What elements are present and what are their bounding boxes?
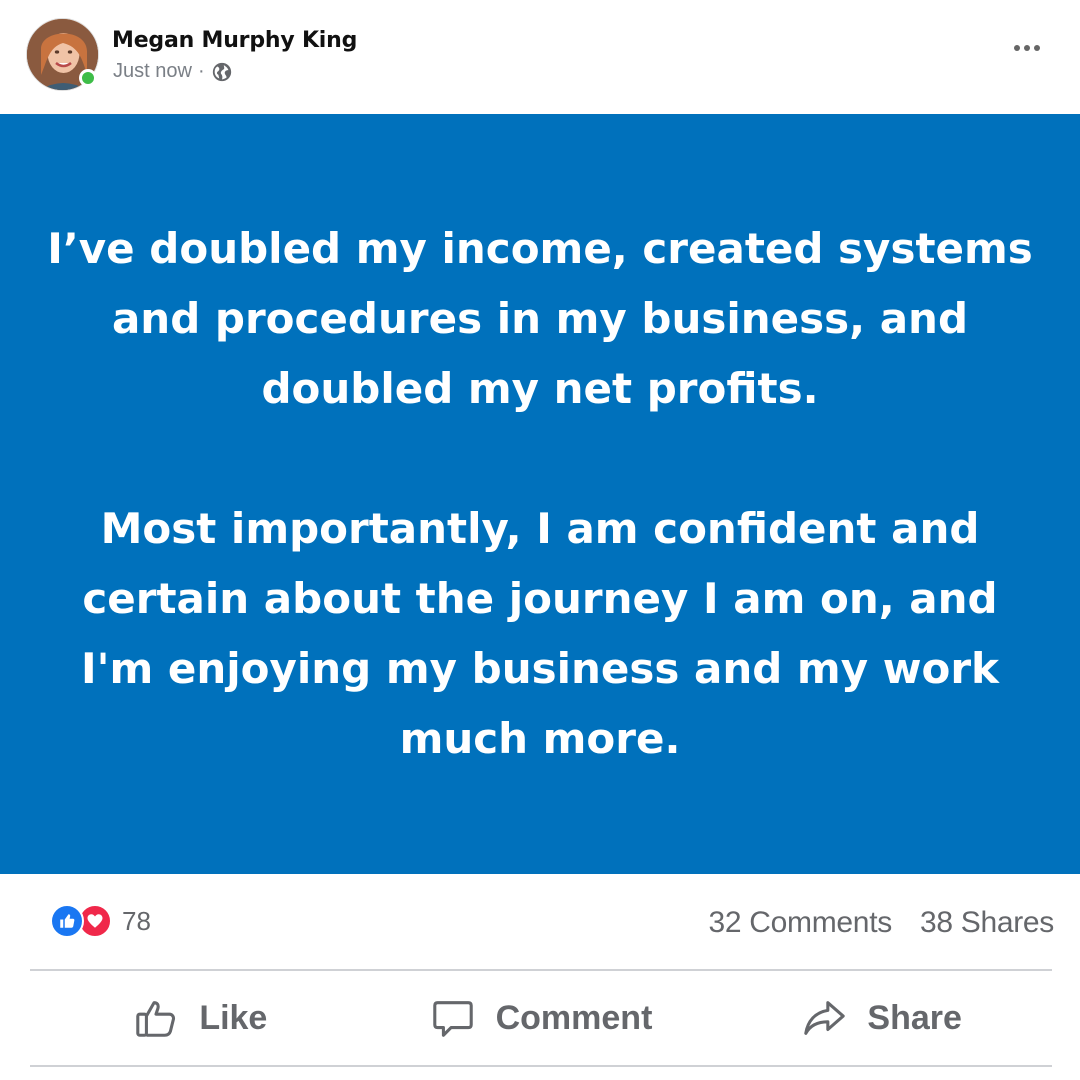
divider [30,969,1052,971]
comment-button[interactable]: Comment [371,972,712,1064]
post-paragraph: Most importantly, I am confident and cer… [81,504,999,763]
engagement-counts: 32 Comments 38 Shares [708,906,1054,940]
like-reaction-icon [50,904,84,938]
post-text: I’ve doubled my income, created systems … [40,214,1040,774]
author-name[interactable]: Megan Murphy King [112,28,357,53]
post-paragraph: I’ve doubled my income, created systems … [47,224,1033,413]
divider [30,1065,1052,1067]
reactions-summary[interactable]: 78 [50,904,151,938]
meta-separator: · [197,60,205,82]
comment-label: Comment [495,998,653,1037]
shares-count[interactable]: 38 Shares [920,906,1054,940]
comments-count[interactable]: 32 Comments [708,906,892,940]
post-timestamp[interactable]: Just now [113,60,192,83]
like-button[interactable]: Like [30,972,371,1064]
post-content-card: I’ve doubled my income, created systems … [0,114,1080,874]
share-label: Share [867,998,962,1037]
more-options-icon[interactable] [1014,38,1044,58]
globe-icon[interactable] [211,61,233,83]
share-button[interactable]: Share [711,972,1052,1064]
action-bar: Like Comment Share [30,972,1052,1064]
online-status-indicator [79,69,97,87]
post-header: Megan Murphy King Just now · [0,0,1080,114]
thumbs-up-icon [133,995,179,1041]
reaction-count: 78 [122,905,151,936]
comment-icon [430,995,476,1041]
post-meta: Just now · [113,60,233,83]
like-label: Like [199,998,268,1037]
author-avatar[interactable] [26,18,99,91]
share-arrow-icon [801,995,847,1041]
